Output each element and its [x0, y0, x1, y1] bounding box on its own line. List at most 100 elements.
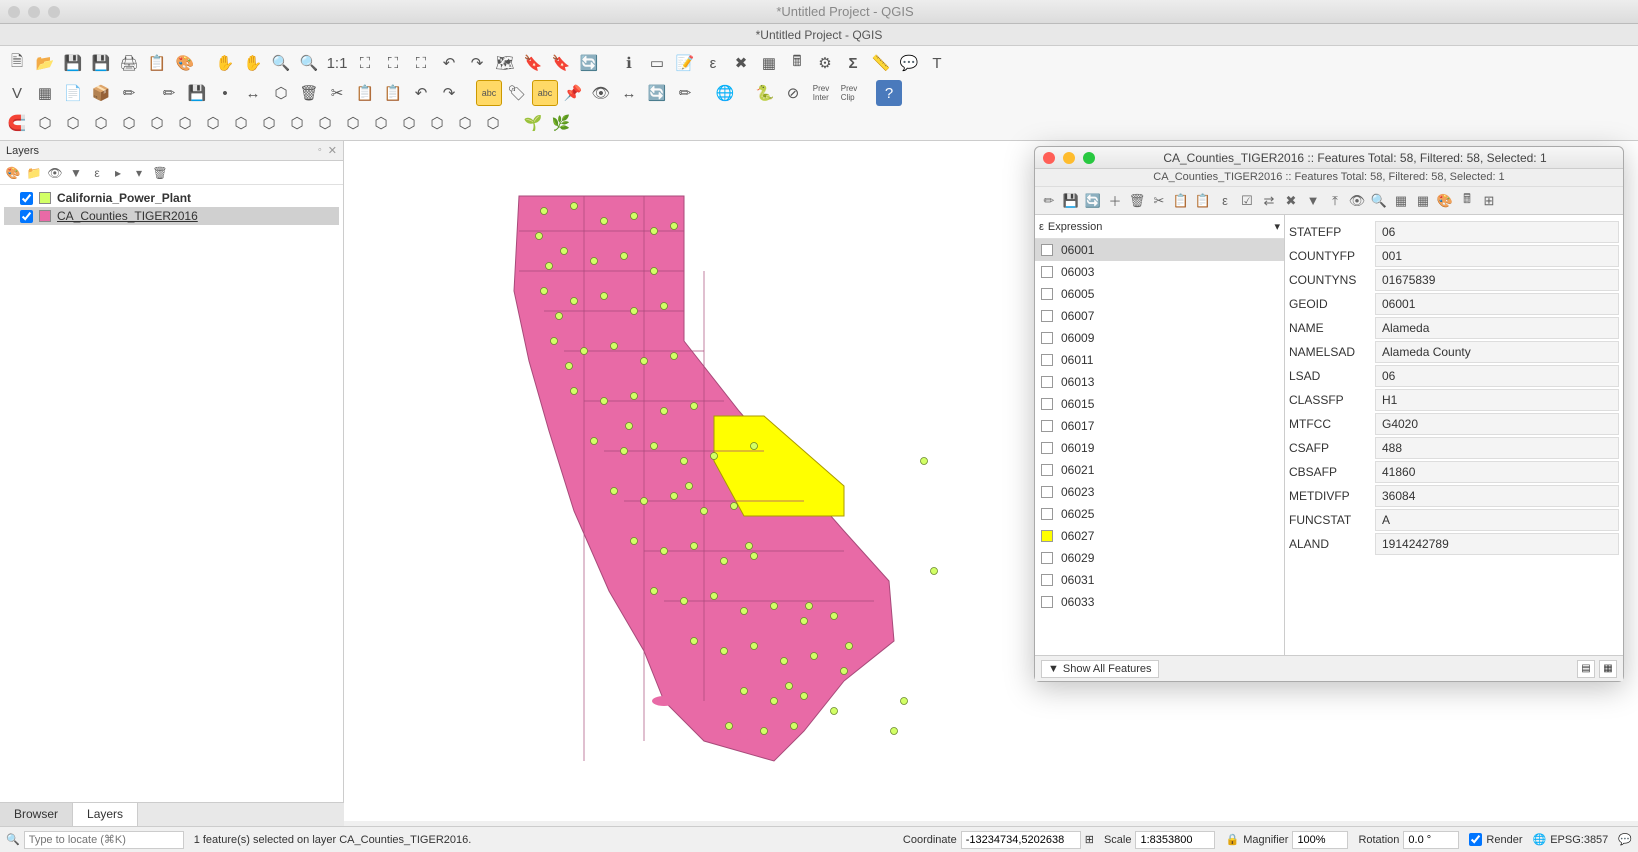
attr-delete-field-icon[interactable]: ▦ [1413, 191, 1433, 211]
attr-deselect-icon[interactable]: ✖ [1281, 191, 1301, 211]
help-icon[interactable]: ? [876, 80, 902, 106]
advanced-digitize-13-icon[interactable]: ⬡ [368, 110, 394, 136]
prev-inter-icon[interactable]: PrevInter [808, 80, 834, 106]
window-controls[interactable] [8, 6, 60, 18]
attr-pan-to-icon[interactable]: 👁 [1347, 191, 1367, 211]
move-feature-icon[interactable]: ↔ [240, 80, 266, 106]
zoom-window-icon[interactable] [48, 6, 60, 18]
layer-labeling-icon[interactable]: 🏷 [504, 80, 530, 106]
attr-close-icon[interactable] [1043, 152, 1055, 164]
close-window-icon[interactable] [8, 6, 20, 18]
attribute-value[interactable]: 488 [1375, 437, 1619, 459]
move-label-icon[interactable]: ↔ [616, 80, 642, 106]
zoom-layer-icon[interactable]: ⛶ [408, 50, 434, 76]
new-geopackage-icon[interactable]: 📦 [88, 80, 114, 106]
new-project-icon[interactable]: 🗎 [4, 50, 30, 76]
crs-value[interactable]: EPSG:3857 [1550, 834, 1608, 846]
show-all-features-button[interactable]: ▼ Show All Features [1041, 660, 1159, 678]
feature-list-item[interactable]: 06031 [1035, 569, 1284, 591]
feature-list-item[interactable]: 06007 [1035, 305, 1284, 327]
feature-list-item[interactable]: 06021 [1035, 459, 1284, 481]
zoom-out-icon[interactable]: 🔍 [296, 50, 322, 76]
panel-close-icon[interactable]: ✕ [328, 144, 337, 157]
attr-invert-selection-icon[interactable]: ⇄ [1259, 191, 1279, 211]
attr-new-field-icon[interactable]: ▦ [1391, 191, 1411, 211]
attribute-value[interactable]: G4020 [1375, 413, 1619, 435]
feature-list-item[interactable]: 06025 [1035, 503, 1284, 525]
show-labels-icon[interactable]: 👁 [588, 80, 614, 106]
attr-paste-icon[interactable]: 📋 [1193, 191, 1213, 211]
pan-to-selection-icon[interactable]: ✋ [240, 50, 266, 76]
save-as-icon[interactable]: 💾 [88, 50, 114, 76]
feature-list-item[interactable]: 06011 [1035, 349, 1284, 371]
layer-visibility-checkbox[interactable] [20, 192, 33, 205]
pan-icon[interactable]: ✋ [212, 50, 238, 76]
python-console-icon[interactable]: 🐍 [752, 80, 778, 106]
open-attribute-table-icon[interactable]: ▦ [756, 50, 782, 76]
advanced-digitize-1-icon[interactable]: ⬡ [32, 110, 58, 136]
open-project-icon[interactable]: 📂 [32, 50, 58, 76]
new-bookmark-icon[interactable]: 🔖 [520, 50, 546, 76]
attr-zoom-to-icon[interactable]: 🔍 [1369, 191, 1389, 211]
render-checkbox[interactable] [1469, 833, 1482, 846]
zoom-in-icon[interactable]: 🔍 [268, 50, 294, 76]
feature-list-item[interactable]: 06017 [1035, 415, 1284, 437]
show-bookmarks-icon[interactable]: 🔖 [548, 50, 574, 76]
attr-minimize-icon[interactable] [1063, 152, 1075, 164]
feature-list-item[interactable]: 06027 [1035, 525, 1284, 547]
remove-layer-icon[interactable]: 🗑 [151, 164, 169, 182]
deselect-all-icon[interactable]: ✖ [728, 50, 754, 76]
advanced-digitize-4-icon[interactable]: ⬡ [116, 110, 142, 136]
copy-features-icon[interactable]: 📋 [352, 80, 378, 106]
plugin-no-icon[interactable]: ⊘ [780, 80, 806, 106]
advanced-digitize-2-icon[interactable]: ⬡ [60, 110, 86, 136]
advanced-digitize-10-icon[interactable]: ⬡ [284, 110, 310, 136]
messages-icon[interactable]: 💬 [1618, 833, 1632, 846]
attr-titlebar[interactable]: CA_Counties_TIGER2016 :: Features Total:… [1035, 147, 1623, 169]
label-toolbar-icon[interactable]: abc [476, 80, 502, 106]
collapse-all-icon[interactable]: ▾ [130, 164, 148, 182]
toggle-extents-icon[interactable]: ⊞ [1085, 833, 1094, 846]
feature-list-item[interactable]: 06019 [1035, 437, 1284, 459]
attribute-value[interactable]: 41860 [1375, 461, 1619, 483]
panel-undock-icon[interactable]: ◦ [318, 144, 322, 157]
attribute-value[interactable]: 06 [1375, 221, 1619, 243]
toolbox-icon[interactable]: ⚙ [812, 50, 838, 76]
zoom-next-icon[interactable]: ↷ [464, 50, 490, 76]
attr-dock-icon[interactable]: ⊞ [1479, 191, 1499, 211]
measure-icon[interactable]: 📏 [868, 50, 894, 76]
add-feature-icon[interactable]: • [212, 80, 238, 106]
advanced-digitize-17-icon[interactable]: ⬡ [480, 110, 506, 136]
text-annotation-icon[interactable]: T [924, 50, 950, 76]
new-scratch-layer-icon[interactable]: ✏ [116, 80, 142, 106]
zoom-last-icon[interactable]: ↶ [436, 50, 462, 76]
grass-tools-icon[interactable]: 🌱 [520, 110, 546, 136]
grass-region-icon[interactable]: 🌿 [548, 110, 574, 136]
attribute-value[interactable]: Alameda [1375, 317, 1619, 339]
toggle-editing-icon[interactable]: ✏ [156, 80, 182, 106]
attr-select-expr-icon[interactable]: ε [1215, 191, 1235, 211]
pin-labels-icon[interactable]: 📌 [560, 80, 586, 106]
coordinate-input[interactable] [961, 831, 1081, 849]
advanced-digitize-15-icon[interactable]: ⬡ [424, 110, 450, 136]
feature-list-item[interactable]: 06033 [1035, 591, 1284, 613]
feature-list-item[interactable]: 06003 [1035, 261, 1284, 283]
attr-toggle-edit-icon[interactable]: ✏ [1039, 191, 1059, 211]
paste-features-icon[interactable]: 📋 [380, 80, 406, 106]
zoom-native-icon[interactable]: 1:1 [324, 50, 350, 76]
add-group-icon[interactable]: 📁 [25, 164, 43, 182]
attribute-form[interactable]: STATEFP06COUNTYFP001COUNTYNS01675839GEOI… [1285, 215, 1623, 655]
feature-list-item[interactable]: 06029 [1035, 547, 1284, 569]
expression-icon[interactable]: ε [1039, 221, 1044, 233]
metasearch-icon[interactable]: 🌐 [712, 80, 738, 106]
attr-move-top-icon[interactable]: ⤒ [1325, 191, 1345, 211]
new-map-view-icon[interactable]: 🗺 [492, 50, 518, 76]
statistics-icon[interactable]: Σ [840, 50, 866, 76]
lock-scale-icon[interactable]: 🔒 [1225, 833, 1239, 846]
zoom-full-icon[interactable]: ⛶ [352, 50, 378, 76]
attribute-value[interactable]: A [1375, 509, 1619, 531]
redo-icon[interactable]: ↷ [436, 80, 462, 106]
advanced-digitize-11-icon[interactable]: ⬡ [312, 110, 338, 136]
save-project-icon[interactable]: 💾 [60, 50, 86, 76]
crs-icon[interactable]: 🌐 [1533, 833, 1547, 846]
